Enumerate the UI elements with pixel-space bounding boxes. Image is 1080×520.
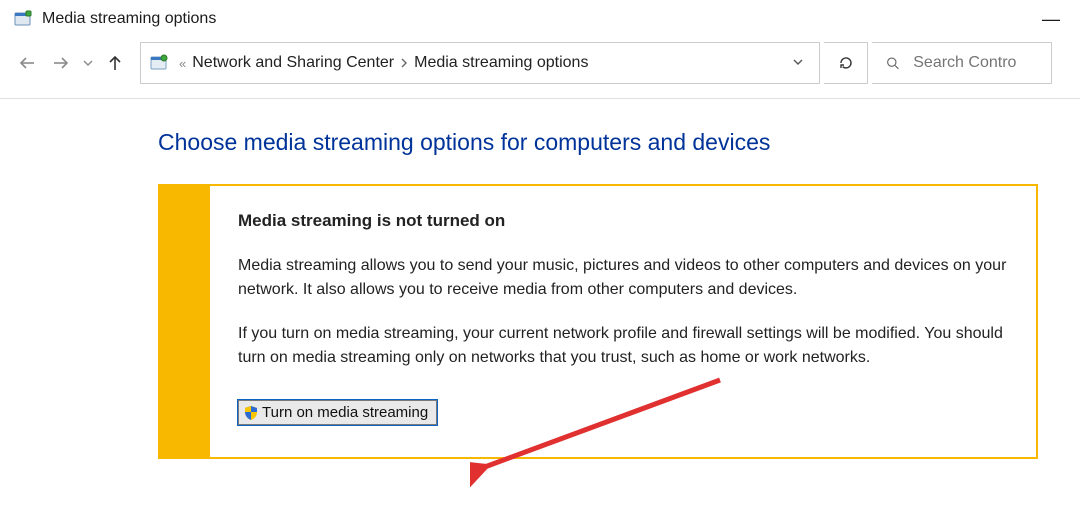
control-panel-icon [14, 10, 32, 28]
page-heading: Choose media streaming options for compu… [158, 129, 1080, 156]
notice-stripe [160, 186, 210, 457]
shield-icon [243, 405, 259, 421]
navigation-row: « Network and Sharing Center Media strea… [0, 38, 1080, 98]
chevron-right-icon [398, 56, 410, 71]
back-button[interactable] [12, 48, 42, 78]
turn-on-media-streaming-button[interactable]: Turn on media streaming [238, 400, 437, 425]
location-icon [149, 53, 169, 73]
forward-button[interactable] [46, 48, 76, 78]
recent-locations-dropdown[interactable] [80, 48, 96, 78]
breadcrumb-media-streaming[interactable]: Media streaming options [414, 54, 588, 72]
up-button[interactable] [100, 48, 130, 78]
content-area: Choose media streaming options for compu… [0, 99, 1080, 459]
title-bar: Media streaming options — [0, 0, 1080, 38]
refresh-button[interactable] [824, 42, 868, 84]
notice-paragraph-2: If you turn on media streaming, your cur… [238, 322, 1008, 370]
breadcrumb-overflow[interactable]: « [177, 56, 188, 71]
notice-title: Media streaming is not turned on [238, 211, 505, 230]
search-icon [886, 55, 899, 71]
search-input[interactable] [911, 53, 1037, 73]
window-title: Media streaming options [42, 10, 216, 28]
breadcrumb-network-sharing[interactable]: Network and Sharing Center [192, 54, 394, 72]
notice-panel: Media streaming is not turned on Media s… [158, 184, 1038, 459]
notice-paragraph-1: Media streaming allows you to send your … [238, 254, 1008, 302]
minimize-button[interactable]: — [1032, 6, 1070, 32]
address-bar[interactable]: « Network and Sharing Center Media strea… [140, 42, 820, 84]
address-history-dropdown[interactable] [785, 55, 811, 72]
refresh-icon [838, 55, 854, 71]
search-box[interactable] [872, 42, 1052, 84]
turn-on-button-label: Turn on media streaming [262, 404, 428, 421]
